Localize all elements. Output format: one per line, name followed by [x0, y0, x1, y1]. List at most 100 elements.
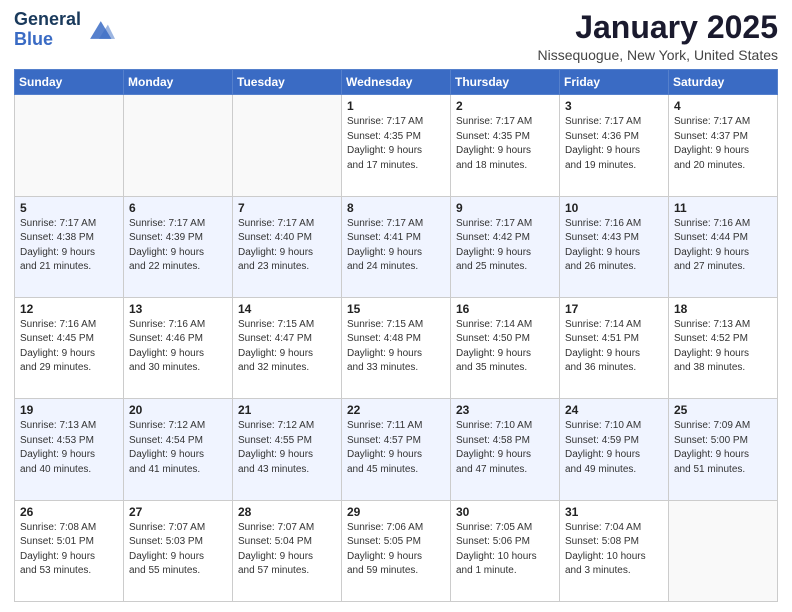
- calendar-cell: 26 Sunrise: 7:08 AM Sunset: 5:01 PM Dayli…: [15, 500, 124, 601]
- day-number: 10: [565, 201, 663, 215]
- day-info: Sunrise: 7:17 AM Sunset: 4:37 PM Dayligh…: [674, 115, 772, 173]
- calendar-cell: 29 Sunrise: 7:06 AM Sunset: 5:05 PM Dayli…: [342, 500, 451, 601]
- calendar-table: SundayMondayTuesdayWednesdayThursdayFrid…: [14, 69, 778, 602]
- calendar-cell: 31 Sunrise: 7:04 AM Sunset: 5:08 PM Dayli…: [560, 500, 669, 601]
- calendar-cell: 11 Sunrise: 7:16 AM Sunset: 4:44 PM Dayli…: [669, 196, 778, 297]
- day-number: 27: [129, 505, 227, 519]
- day-info: Sunrise: 7:13 AM Sunset: 4:53 PM Dayligh…: [20, 419, 118, 477]
- day-number: 31: [565, 505, 663, 519]
- day-info: Sunrise: 7:08 AM Sunset: 5:01 PM Dayligh…: [20, 521, 118, 579]
- day-number: 4: [674, 99, 772, 113]
- calendar-cell: 20 Sunrise: 7:12 AM Sunset: 4:54 PM Dayli…: [124, 399, 233, 500]
- calendar-cell: 3 Sunrise: 7:17 AM Sunset: 4:36 PM Daylig…: [560, 95, 669, 196]
- day-number: 19: [20, 403, 118, 417]
- day-info: Sunrise: 7:14 AM Sunset: 4:50 PM Dayligh…: [456, 318, 554, 376]
- page: General Blue January 2025 Nissequogue, N…: [0, 0, 792, 612]
- calendar-cell: 9Sunrise: 7:17 AM Sunset: 4:42 PM Daylig…: [451, 196, 560, 297]
- day-number: 26: [20, 505, 118, 519]
- day-info: Sunrise: 7:15 AM Sunset: 4:48 PM Dayligh…: [347, 318, 445, 376]
- calendar-cell: 28 Sunrise: 7:07 AM Sunset: 5:04 PM Dayli…: [233, 500, 342, 601]
- day-info: Sunrise: 7:09 AM Sunset: 5:00 PM Dayligh…: [674, 419, 772, 477]
- day-info: Sunrise: 7:17 AM Sunset: 4:39 PM Dayligh…: [129, 217, 227, 275]
- calendar-week-2: 5 Sunrise: 7:17 AM Sunset: 4:38 PM Daylig…: [15, 196, 778, 297]
- day-info: Sunrise: 7:04 AM Sunset: 5:08 PM Dayligh…: [565, 521, 663, 579]
- calendar-cell: 17Sunrise: 7:14 AM Sunset: 4:51 PM Dayli…: [560, 297, 669, 398]
- day-number: 17: [565, 302, 663, 316]
- calendar-cell: 30 Sunrise: 7:05 AM Sunset: 5:06 PM Dayli…: [451, 500, 560, 601]
- calendar-cell: 25 Sunrise: 7:09 AM Sunset: 5:00 PM Dayli…: [669, 399, 778, 500]
- day-number: 25: [674, 403, 772, 417]
- day-info: Sunrise: 7:13 AM Sunset: 4:52 PM Dayligh…: [674, 318, 772, 376]
- calendar-week-4: 19 Sunrise: 7:13 AM Sunset: 4:53 PM Dayli…: [15, 399, 778, 500]
- calendar-cell: [233, 95, 342, 196]
- day-info: Sunrise: 7:07 AM Sunset: 5:04 PM Dayligh…: [238, 521, 336, 579]
- calendar-cell: 5 Sunrise: 7:17 AM Sunset: 4:38 PM Daylig…: [15, 196, 124, 297]
- day-number: 3: [565, 99, 663, 113]
- day-of-week-row: SundayMondayTuesdayWednesdayThursdayFrid…: [15, 70, 778, 95]
- header: General Blue January 2025 Nissequogue, N…: [14, 10, 778, 63]
- day-number: 1: [347, 99, 445, 113]
- day-info: Sunrise: 7:05 AM Sunset: 5:06 PM Dayligh…: [456, 521, 554, 579]
- day-info: Sunrise: 7:16 AM Sunset: 4:45 PM Dayligh…: [20, 318, 118, 376]
- day-info: Sunrise: 7:17 AM Sunset: 4:35 PM Dayligh…: [456, 115, 554, 173]
- day-number: 6: [129, 201, 227, 215]
- calendar-week-3: 12Sunrise: 7:16 AM Sunset: 4:45 PM Dayli…: [15, 297, 778, 398]
- day-number: 18: [674, 302, 772, 316]
- logo-text: General Blue: [14, 10, 81, 50]
- day-info: Sunrise: 7:07 AM Sunset: 5:03 PM Dayligh…: [129, 521, 227, 579]
- day-number: 13: [129, 302, 227, 316]
- day-info: Sunrise: 7:17 AM Sunset: 4:36 PM Dayligh…: [565, 115, 663, 173]
- day-info: Sunrise: 7:17 AM Sunset: 4:38 PM Dayligh…: [20, 217, 118, 275]
- dow-header-saturday: Saturday: [669, 70, 778, 95]
- logo-icon: [83, 14, 115, 46]
- day-info: Sunrise: 7:17 AM Sunset: 4:35 PM Dayligh…: [347, 115, 445, 173]
- calendar-cell: [124, 95, 233, 196]
- calendar-cell: 15 Sunrise: 7:15 AM Sunset: 4:48 PM Dayli…: [342, 297, 451, 398]
- day-number: 20: [129, 403, 227, 417]
- day-number: 22: [347, 403, 445, 417]
- day-number: 28: [238, 505, 336, 519]
- calendar-cell: 27 Sunrise: 7:07 AM Sunset: 5:03 PM Dayli…: [124, 500, 233, 601]
- day-number: 11: [674, 201, 772, 215]
- day-number: 24: [565, 403, 663, 417]
- calendar-cell: 16 Sunrise: 7:14 AM Sunset: 4:50 PM Dayli…: [451, 297, 560, 398]
- day-number: 8: [347, 201, 445, 215]
- calendar-cell: 8 Sunrise: 7:17 AM Sunset: 4:41 PM Daylig…: [342, 196, 451, 297]
- day-number: 30: [456, 505, 554, 519]
- calendar-cell: [669, 500, 778, 601]
- calendar-cell: 10Sunrise: 7:16 AM Sunset: 4:43 PM Dayli…: [560, 196, 669, 297]
- calendar-cell: 14Sunrise: 7:15 AM Sunset: 4:47 PM Dayli…: [233, 297, 342, 398]
- calendar-cell: 6 Sunrise: 7:17 AM Sunset: 4:39 PM Daylig…: [124, 196, 233, 297]
- calendar-cell: [15, 95, 124, 196]
- day-number: 23: [456, 403, 554, 417]
- day-info: Sunrise: 7:15 AM Sunset: 4:47 PM Dayligh…: [238, 318, 336, 376]
- calendar-cell: 12Sunrise: 7:16 AM Sunset: 4:45 PM Dayli…: [15, 297, 124, 398]
- day-number: 9: [456, 201, 554, 215]
- calendar-cell: 1 Sunrise: 7:17 AM Sunset: 4:35 PM Daylig…: [342, 95, 451, 196]
- day-info: Sunrise: 7:12 AM Sunset: 4:54 PM Dayligh…: [129, 419, 227, 477]
- calendar-cell: 21Sunrise: 7:12 AM Sunset: 4:55 PM Dayli…: [233, 399, 342, 500]
- dow-header-sunday: Sunday: [15, 70, 124, 95]
- day-info: Sunrise: 7:16 AM Sunset: 4:44 PM Dayligh…: [674, 217, 772, 275]
- day-number: 2: [456, 99, 554, 113]
- calendar-body: 1 Sunrise: 7:17 AM Sunset: 4:35 PM Daylig…: [15, 95, 778, 602]
- month-title: January 2025: [538, 10, 778, 45]
- header-right: January 2025 Nissequogue, New York, Unit…: [538, 10, 778, 63]
- day-info: Sunrise: 7:11 AM Sunset: 4:57 PM Dayligh…: [347, 419, 445, 477]
- day-number: 16: [456, 302, 554, 316]
- calendar-cell: 22 Sunrise: 7:11 AM Sunset: 4:57 PM Dayli…: [342, 399, 451, 500]
- day-info: Sunrise: 7:16 AM Sunset: 4:46 PM Dayligh…: [129, 318, 227, 376]
- calendar-cell: 2 Sunrise: 7:17 AM Sunset: 4:35 PM Daylig…: [451, 95, 560, 196]
- day-info: Sunrise: 7:06 AM Sunset: 5:05 PM Dayligh…: [347, 521, 445, 579]
- logo: General Blue: [14, 10, 115, 50]
- day-info: Sunrise: 7:17 AM Sunset: 4:41 PM Dayligh…: [347, 217, 445, 275]
- location: Nissequogue, New York, United States: [538, 47, 778, 63]
- day-info: Sunrise: 7:12 AM Sunset: 4:55 PM Dayligh…: [238, 419, 336, 477]
- calendar-cell: 4 Sunrise: 7:17 AM Sunset: 4:37 PM Daylig…: [669, 95, 778, 196]
- dow-header-friday: Friday: [560, 70, 669, 95]
- dow-header-thursday: Thursday: [451, 70, 560, 95]
- day-number: 5: [20, 201, 118, 215]
- dow-header-wednesday: Wednesday: [342, 70, 451, 95]
- day-number: 15: [347, 302, 445, 316]
- day-number: 29: [347, 505, 445, 519]
